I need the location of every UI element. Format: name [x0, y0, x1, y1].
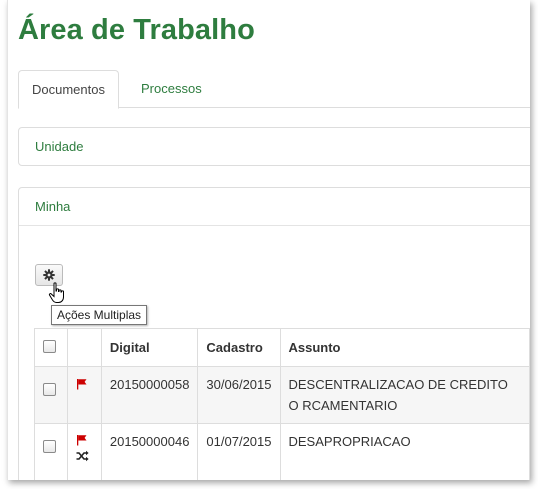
tab-processos[interactable]: Processos: [128, 70, 215, 107]
workspace-frame: Área de Trabalho Documentos Processos Un…: [7, 0, 530, 480]
documents-table: Digital Cadastro Assunto 20150000058 30/…: [34, 328, 530, 480]
row-cadastro: 30/06/2015: [197, 366, 281, 424]
icons-header: [66, 328, 102, 367]
row-assunto: DESCENTRALIZACAO DE CREDITO O RCAMENTARI…: [288, 377, 508, 413]
hand-cursor-icon: [48, 282, 64, 303]
row-checkbox[interactable]: [43, 383, 56, 396]
tab-bar: Documentos Processos: [18, 70, 530, 109]
select-all-cell: [34, 328, 68, 367]
row-select-cell: [34, 423, 68, 480]
panel-unidade-title[interactable]: Unidade: [19, 128, 530, 165]
header-cadastro[interactable]: Cadastro: [197, 328, 281, 367]
row-icons-cell: [66, 423, 102, 480]
table-row[interactable]: 20150000058 30/06/2015 DESCENTRALIZACAO …: [34, 366, 530, 424]
header-assunto[interactable]: Assunto: [279, 328, 530, 367]
row-select-cell: [34, 366, 68, 424]
row-cadastro: 01/07/2015: [197, 423, 281, 480]
multiple-actions-tooltip: Ações Multiplas: [51, 305, 148, 325]
shuffle-icon[interactable]: [76, 450, 89, 462]
gear-icon: [43, 269, 55, 281]
flag-icon[interactable]: [76, 434, 88, 446]
row-checkbox[interactable]: [43, 440, 56, 453]
panel-minha-title[interactable]: Minha: [19, 188, 530, 226]
row-assunto: DESAPROPRIACAO: [279, 423, 530, 480]
row-icons-cell: [66, 366, 102, 424]
select-all-checkbox[interactable]: [43, 339, 56, 353]
row-digital[interactable]: 20150000058: [100, 366, 199, 424]
header-digital[interactable]: Digital: [100, 328, 199, 367]
panel-unidade[interactable]: Unidade: [18, 127, 530, 166]
row-assunto-cell: DESCENTRALIZACAO DE CREDITO O RCAMENTARI…: [279, 366, 530, 424]
table-header-row: Digital Cadastro Assunto: [34, 328, 530, 367]
row-digital[interactable]: 20150000046: [100, 423, 199, 480]
page-title: Área de Trabalho: [18, 14, 255, 46]
table-row[interactable]: 20150000046 01/07/2015 DESAPROPRIACAO: [34, 423, 530, 480]
flag-icon[interactable]: [76, 378, 88, 390]
tab-documentos[interactable]: Documentos: [18, 70, 119, 109]
